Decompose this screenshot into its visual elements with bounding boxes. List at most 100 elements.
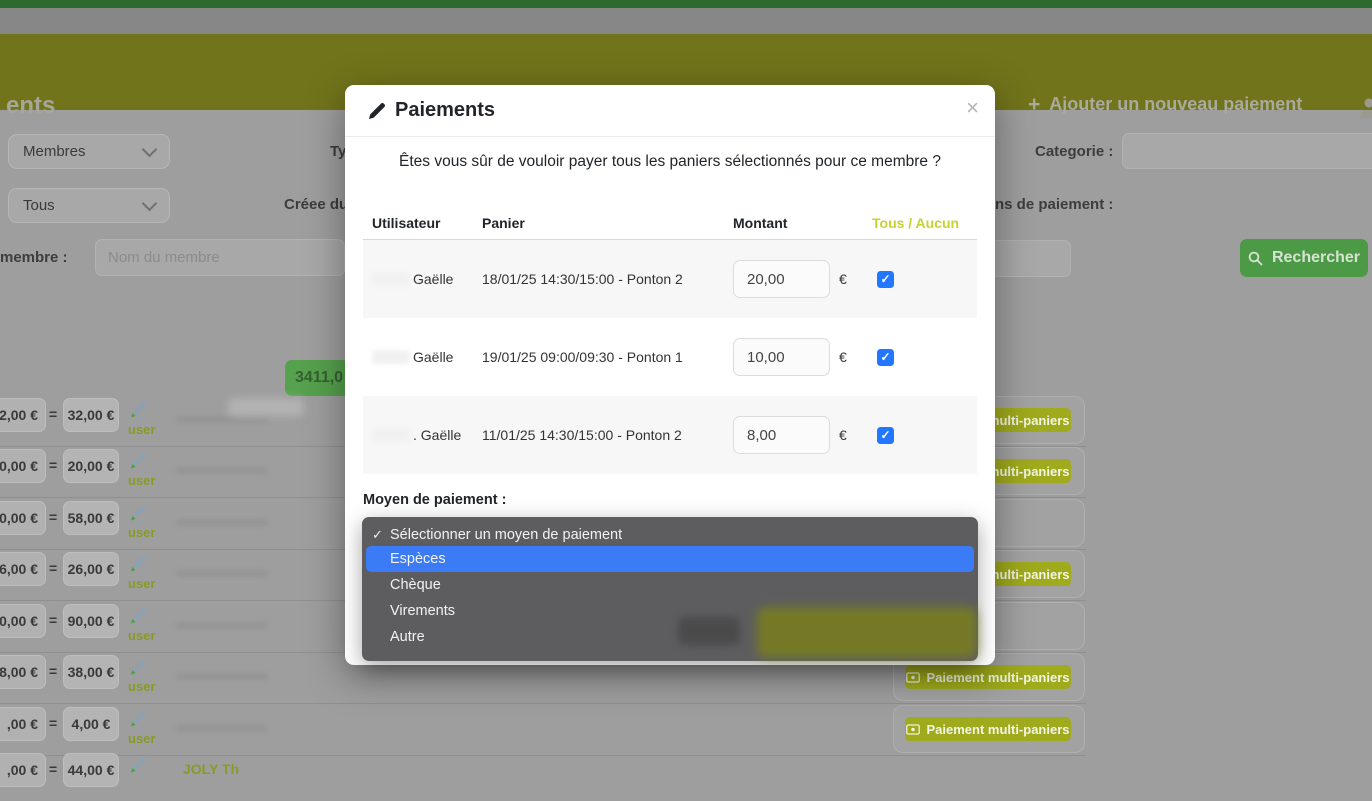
check-icon: ✓ — [372, 527, 383, 543]
blurred-text — [176, 622, 268, 629]
row-user: Gaëlle — [413, 349, 453, 365]
blurred-text — [176, 725, 268, 732]
currency-label: € — [839, 427, 847, 443]
edit-pencil-icon[interactable] — [126, 606, 148, 626]
payment-row: ,00 € = 4,00 € user — [0, 703, 360, 755]
col-panier: Panier — [482, 215, 733, 231]
blurred-text — [228, 398, 304, 416]
user-link[interactable]: user — [128, 422, 155, 437]
modal-title: Paiements — [369, 99, 495, 122]
blurred-firstname — [372, 428, 410, 442]
dropdown-option[interactable]: ✓ Sélectionner un moyen de paiement — [362, 523, 978, 546]
banknote-icon — [906, 724, 920, 735]
amount-total-box: 32,00 € — [63, 398, 119, 432]
amount-total-box: 26,00 € — [63, 552, 119, 586]
blurred-firstname — [372, 350, 410, 364]
edit-pencil-icon[interactable] — [126, 503, 148, 523]
amount-paid-box: 8,00 € — [0, 655, 46, 689]
col-utilisateur: Utilisateur — [363, 215, 482, 231]
amount-paid-box: 0,00 € — [0, 501, 46, 535]
equals-sign: = — [49, 406, 57, 422]
amount-paid-box: 2,00 € — [0, 398, 46, 432]
amount-paid-box: 0,00 € — [0, 449, 46, 483]
equals-sign: = — [49, 612, 57, 628]
edit-pencil-icon[interactable] — [126, 709, 148, 729]
payment-row: 8,00 € = 38,00 € user — [0, 651, 360, 703]
multi-paniers-badge[interactable]: Paiement multi-paniers — [905, 665, 1071, 689]
confirmation-question: Êtes vous sûr de vouloir payer tous les … — [345, 153, 995, 171]
payment-row: 0,00 € = 90,00 € user — [0, 600, 360, 652]
user-link[interactable]: user — [128, 679, 155, 694]
amount-total-box: 44,00 € — [63, 753, 119, 787]
blurred-firstname — [372, 272, 410, 286]
amount-paid-box: ,00 € — [0, 753, 46, 787]
payment-row: 6,00 € = 26,00 € user — [0, 548, 360, 600]
amount-total-box: 20,00 € — [63, 449, 119, 483]
user-link[interactable]: user — [128, 731, 155, 746]
banknote-icon — [906, 672, 920, 683]
modal-header: Paiements × — [345, 85, 995, 137]
user-link[interactable]: user — [128, 525, 155, 540]
row-checkbox[interactable]: ✓ — [877, 349, 894, 366]
dropdown-option[interactable]: Chèque — [362, 572, 978, 598]
equals-sign: = — [49, 509, 57, 525]
equals-sign: = — [49, 715, 57, 731]
montant-input[interactable]: 20,00 — [733, 260, 830, 298]
payment-row: 0,00 € = 58,00 € user — [0, 497, 360, 549]
dropdown-option[interactable]: Autre — [362, 624, 978, 650]
amount-paid-box: 0,00 € — [0, 604, 46, 638]
equals-sign: = — [49, 761, 57, 777]
row-checkbox[interactable]: ✓ — [877, 427, 894, 444]
currency-label: € — [839, 271, 847, 287]
pencil-icon — [369, 102, 386, 119]
amount-total-box: 90,00 € — [63, 604, 119, 638]
amount-total-box: 58,00 € — [63, 501, 119, 535]
row-user: . Gaëlle — [413, 427, 461, 443]
blurred-text — [176, 467, 268, 474]
payment-row: 0,00 € = 20,00 € user — [0, 445, 360, 497]
table-header-row: Utilisateur Panier Montant Tous / Aucun — [363, 207, 977, 240]
blurred-text — [176, 519, 268, 526]
user-link[interactable]: user — [128, 628, 155, 643]
blurred-text — [176, 416, 268, 423]
table-row: . Gaëlle 11/01/25 14:30/15:00 - Ponton 2… — [363, 396, 977, 474]
montant-input[interactable]: 8,00 — [733, 416, 830, 454]
blurred-text — [176, 570, 268, 577]
dropdown-option[interactable]: Virements — [362, 598, 978, 624]
row-checkbox[interactable]: ✓ — [877, 271, 894, 288]
amount-paid-box: 6,00 € — [0, 552, 46, 586]
col-montant: Montant — [733, 215, 872, 231]
currency-label: € — [839, 349, 847, 365]
edit-pencil-icon[interactable] — [126, 451, 148, 471]
payment-row: 2,00 € = 32,00 € user — [0, 394, 360, 446]
amount-total-box: 4,00 € — [63, 707, 119, 741]
close-icon[interactable]: × — [966, 97, 979, 119]
row-panier: 18/01/25 14:30/15:00 - Ponton 2 — [482, 271, 733, 287]
user-link[interactable]: user — [128, 576, 155, 591]
amount-total-box: 38,00 € — [63, 655, 119, 689]
equals-sign: = — [49, 457, 57, 473]
multi-paniers-badge[interactable]: Paiement multi-paniers — [905, 717, 1071, 741]
edit-pencil-icon[interactable] — [126, 400, 148, 420]
equals-sign: = — [49, 663, 57, 679]
payment-row: ,00 € = 44,00 € JOLY Th — [0, 749, 360, 801]
edit-pencil-icon[interactable] — [126, 657, 148, 677]
edit-pencil-icon[interactable] — [126, 755, 148, 775]
row-panier: 19/01/25 09:00/09:30 - Ponton 1 — [482, 349, 733, 365]
equals-sign: = — [49, 560, 57, 576]
user-link[interactable]: JOLY Th — [183, 761, 239, 777]
moyen-paiement-label: Moyen de paiement : — [363, 492, 506, 508]
montant-input[interactable]: 10,00 — [733, 338, 830, 376]
col-tous-aucun[interactable]: Tous / Aucun — [872, 215, 977, 231]
moyen-paiement-dropdown: ✓ Sélectionner un moyen de paiement Espè… — [362, 517, 978, 661]
table-row: Gaëlle 18/01/25 14:30/15:00 - Ponton 2 2… — [363, 240, 977, 318]
paniers-table: Utilisateur Panier Montant Tous / Aucun … — [363, 207, 977, 474]
row-user: Gaëlle — [413, 271, 453, 287]
paiements-modal: Paiements × Êtes vous sûr de vouloir pay… — [345, 85, 995, 665]
row-panier: 11/01/25 14:30/15:00 - Ponton 2 — [482, 427, 733, 443]
blurred-text — [176, 673, 268, 680]
dropdown-option[interactable]: Espèces — [366, 546, 974, 572]
edit-pencil-icon[interactable] — [126, 554, 148, 574]
table-row: Gaëlle 19/01/25 09:00/09:30 - Ponton 1 1… — [363, 318, 977, 396]
user-link[interactable]: user — [128, 473, 155, 488]
